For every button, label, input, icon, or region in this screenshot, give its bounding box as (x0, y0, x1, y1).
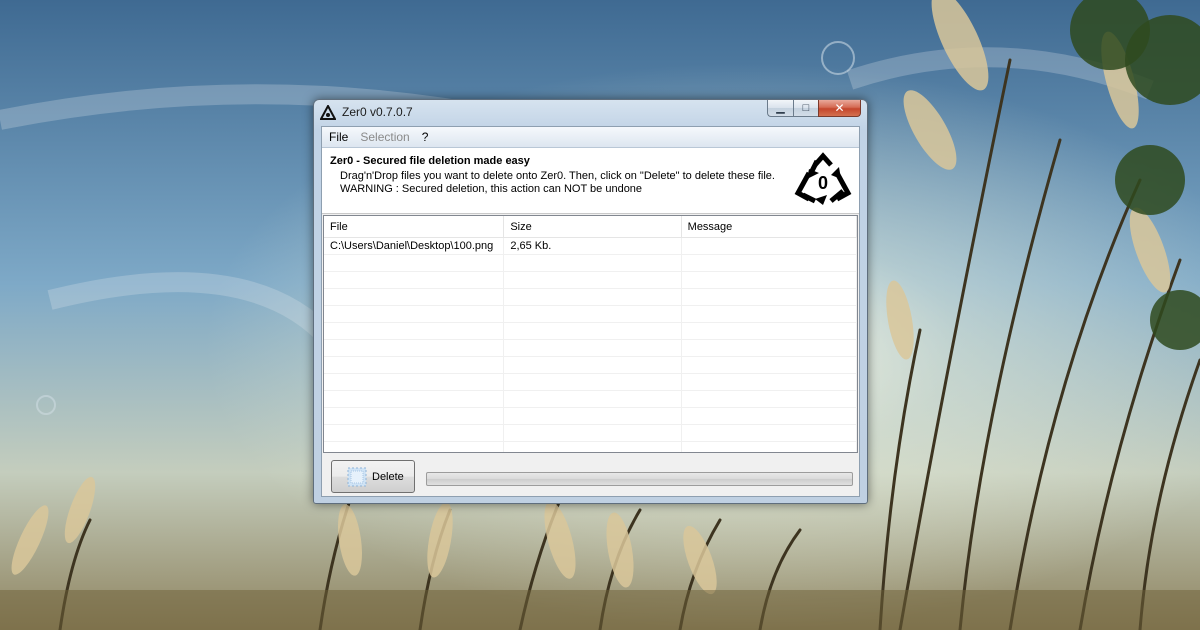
shredder-icon (347, 467, 367, 487)
cell-message (682, 238, 857, 254)
close-icon: ✕ (834, 100, 845, 115)
info-header: Zer0 - Secured file deletion made easy D… (322, 148, 859, 214)
deletion-progress-bar (426, 472, 853, 486)
menu-help[interactable]: ? (417, 130, 434, 144)
menu-selection[interactable]: Selection (355, 130, 414, 144)
table-row[interactable] (324, 272, 857, 289)
empty-cell (324, 255, 505, 271)
empty-cell (682, 357, 857, 373)
header-instructions: Drag'n'Drop files you want to delete ont… (340, 170, 775, 182)
empty-cell (324, 323, 505, 339)
cell-file: C:\Users\Daniel\Desktop\100.png (324, 238, 505, 254)
file-list-header: File Size Message (324, 216, 857, 238)
table-row[interactable] (324, 374, 857, 391)
header-warning: WARNING : Secured deletion, this action … (340, 183, 643, 195)
empty-cell (682, 391, 857, 407)
minimize-button[interactable]: ▁ (767, 100, 793, 117)
window-client-area: File Selection ? Zer0 - Secured file del… (321, 126, 860, 497)
cell-size: 2,65 Kb. (504, 238, 682, 254)
table-row[interactable] (324, 408, 857, 425)
header-title: Zer0 - Secured file deletion made easy (330, 155, 530, 167)
column-header-message[interactable]: Message (682, 216, 857, 237)
column-header-file[interactable]: File (324, 216, 505, 237)
empty-cell (324, 306, 505, 322)
empty-cell (504, 391, 682, 407)
empty-cell (504, 340, 682, 356)
empty-cell (324, 374, 505, 390)
column-header-size[interactable]: Size (504, 216, 682, 237)
empty-cell (324, 340, 505, 356)
empty-cell (324, 272, 505, 288)
delete-button-label: Delete (372, 471, 404, 483)
recycle-icon (320, 105, 336, 120)
maximize-button[interactable]: □ (793, 100, 818, 117)
empty-cell (504, 408, 682, 424)
empty-cell (682, 442, 857, 452)
empty-cell (324, 357, 505, 373)
table-row[interactable] (324, 340, 857, 357)
table-row[interactable] (324, 391, 857, 408)
empty-cell (682, 425, 857, 441)
empty-cell (682, 340, 857, 356)
empty-rows (324, 255, 857, 452)
empty-cell (324, 289, 505, 305)
recycle-logo-digit: 0 (818, 173, 828, 193)
empty-cell (682, 408, 857, 424)
empty-cell (324, 391, 505, 407)
empty-cell (324, 442, 505, 452)
empty-cell (504, 374, 682, 390)
table-row[interactable]: C:\Users\Daniel\Desktop\100.png 2,65 Kb. (324, 238, 857, 255)
delete-button[interactable]: Delete (331, 460, 415, 493)
empty-cell (504, 306, 682, 322)
empty-cell (504, 442, 682, 452)
empty-cell (682, 272, 857, 288)
empty-cell (682, 323, 857, 339)
empty-cell (682, 289, 857, 305)
empty-cell (504, 357, 682, 373)
minimize-icon: ▁ (776, 101, 785, 114)
table-row[interactable] (324, 425, 857, 442)
empty-cell (504, 289, 682, 305)
table-row[interactable] (324, 289, 857, 306)
close-button[interactable]: ✕ (818, 100, 861, 117)
recycle-logo-icon: 0 (794, 152, 852, 205)
menu-bar: File Selection ? (322, 127, 859, 148)
empty-cell (504, 323, 682, 339)
empty-cell (682, 255, 857, 271)
maximize-icon: □ (802, 101, 810, 114)
empty-cell (682, 374, 857, 390)
empty-cell (324, 408, 505, 424)
table-row[interactable] (324, 357, 857, 374)
window-title: Zer0 v0.7.0.7 (342, 105, 413, 119)
table-row[interactable] (324, 323, 857, 340)
empty-cell (504, 272, 682, 288)
app-window: Zer0 v0.7.0.7 ▁ □ ✕ File Selection ? Zer… (313, 99, 868, 504)
file-list[interactable]: File Size Message C:\Users\Daniel\Deskto… (323, 215, 858, 453)
action-bar: Delete (322, 455, 859, 497)
table-row[interactable] (324, 306, 857, 323)
menu-file[interactable]: File (324, 130, 353, 144)
empty-cell (682, 306, 857, 322)
table-row[interactable] (324, 255, 857, 272)
table-row[interactable] (324, 442, 857, 452)
empty-cell (504, 255, 682, 271)
empty-cell (324, 425, 505, 441)
empty-cell (504, 425, 682, 441)
title-bar[interactable]: Zer0 v0.7.0.7 ▁ □ ✕ (314, 100, 867, 126)
